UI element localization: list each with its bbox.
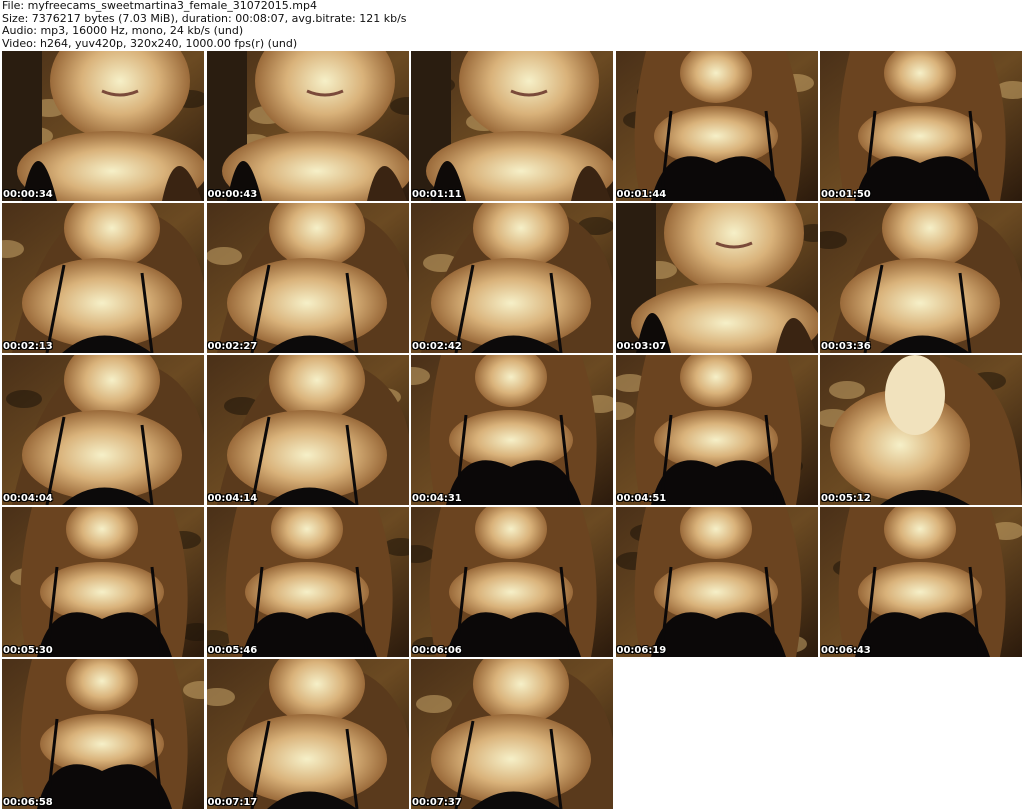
thumbnail-timestamp: 00:04:51 — [616, 493, 667, 504]
thumbnail-timestamp: 00:05:12 — [821, 493, 871, 504]
thumbnail-timestamp: 00:07:17 — [207, 797, 258, 808]
thumbnail-frame-image — [2, 659, 204, 809]
thumbnail-timestamp: 00:01:44 — [616, 189, 667, 200]
thumbnail-frame-image — [820, 507, 1022, 657]
video-thumbnail: 00:01:50 — [820, 51, 1022, 201]
thumbnail-timestamp: 00:06:43 — [821, 645, 871, 656]
video-thumbnail: 00:00:43 — [206, 51, 409, 201]
thumbnail-timestamp: 00:06:19 — [616, 645, 667, 656]
video-thumbnail: 00:04:51 — [615, 355, 818, 505]
audio-info-line: Audio: mp3, 16000 Hz, mono, 24 kb/s (und… — [2, 24, 244, 37]
thumbnail-frame-image — [411, 659, 613, 809]
video-thumbnail: 00:05:30 — [2, 507, 204, 657]
file-info-header: File: myfreecams_sweetmartina3_female_31… — [2, 0, 1022, 50]
thumbnail-timestamp: 00:06:58 — [3, 797, 53, 808]
video-thumbnail: 00:06:19 — [615, 507, 818, 657]
video-thumbnail: 00:04:14 — [206, 355, 409, 505]
thumbnail-frame-image — [2, 203, 204, 353]
video-thumbnail: 00:01:44 — [615, 51, 818, 201]
thumbnail-frame-image — [411, 51, 613, 201]
thumbnail-frame-image — [615, 203, 818, 353]
video-thumbnail: 00:02:42 — [411, 203, 613, 353]
thumbnail-timestamp: 00:02:42 — [412, 341, 462, 352]
thumbnail-frame-image — [820, 203, 1022, 353]
video-thumbnail: 00:04:31 — [411, 355, 613, 505]
thumbnail-frame-image — [411, 507, 613, 657]
thumbnail-timestamp: 00:07:37 — [412, 797, 462, 808]
thumbnail-frame-image — [206, 203, 409, 353]
thumbnail-frame-image — [2, 355, 204, 505]
video-info-line: Video: h264, yuv420p, 320x240, 1000.00 f… — [2, 36, 298, 50]
video-thumbnail: 00:03:36 — [820, 203, 1022, 353]
thumbnail-timestamp: 00:03:07 — [616, 341, 667, 352]
thumbnail-frame-image — [2, 51, 204, 201]
thumbnail-frame-image — [411, 355, 613, 505]
video-thumbnail: 00:02:27 — [206, 203, 409, 353]
video-thumbnail: 00:06:58 — [2, 659, 204, 809]
thumbnail-frame-image — [820, 51, 1022, 201]
video-thumbnail: 00:07:17 — [206, 659, 409, 809]
thumbnail-frame-image — [615, 355, 818, 505]
thumbnail-timestamp: 00:01:11 — [412, 189, 462, 200]
thumbnail-timestamp: 00:00:34 — [3, 189, 53, 200]
file-name-line: File: myfreecams_sweetmartina3_female_31… — [2, 0, 317, 12]
thumbnail-frame-image — [206, 507, 409, 657]
thumbnail-timestamp: 00:03:36 — [821, 341, 871, 352]
video-thumbnail: 00:03:07 — [615, 203, 818, 353]
thumbnail-frame-image — [206, 355, 409, 505]
video-thumbnail: 00:04:04 — [2, 355, 204, 505]
video-thumbnail: 00:05:12 — [820, 355, 1022, 505]
video-thumbnail: 00:01:11 — [411, 51, 613, 201]
thumbnail-frame-image — [206, 51, 409, 201]
thumbnail-timestamp: 00:05:46 — [207, 645, 258, 656]
thumbnail-timestamp: 00:04:31 — [412, 493, 462, 504]
thumbnail-timestamp: 00:02:27 — [207, 341, 258, 352]
video-thumbnail: 00:00:34 — [2, 51, 204, 201]
thumbnail-timestamp: 00:01:50 — [821, 189, 871, 200]
thumbnail-frame-image — [615, 507, 818, 657]
thumbnail-timestamp: 00:02:13 — [3, 341, 53, 352]
thumbnail-timestamp: 00:06:06 — [412, 645, 462, 656]
video-thumbnail: 00:07:37 — [411, 659, 613, 809]
thumbnail-frame-image — [411, 203, 613, 353]
thumbnail-frame-image — [206, 659, 409, 809]
thumbnail-frame-image — [615, 51, 818, 201]
video-thumbnail: 00:06:43 — [820, 507, 1022, 657]
thumbnail-timestamp: 00:04:04 — [3, 493, 53, 504]
thumbnail-timestamp: 00:05:30 — [3, 645, 53, 656]
thumbnail-grid: 00:00:34 00:00:43 00:01:11 00:01:44 00:01:50… — [2, 51, 1022, 811]
video-thumbnail: 00:02:13 — [2, 203, 204, 353]
thumbnail-timestamp: 00:04:14 — [207, 493, 258, 504]
thumbnail-timestamp: 00:00:43 — [207, 189, 258, 200]
thumbnail-frame-image — [820, 355, 1022, 505]
video-thumbnail: 00:06:06 — [411, 507, 613, 657]
video-thumbnail: 00:05:46 — [206, 507, 409, 657]
thumbnail-frame-image — [2, 507, 204, 657]
